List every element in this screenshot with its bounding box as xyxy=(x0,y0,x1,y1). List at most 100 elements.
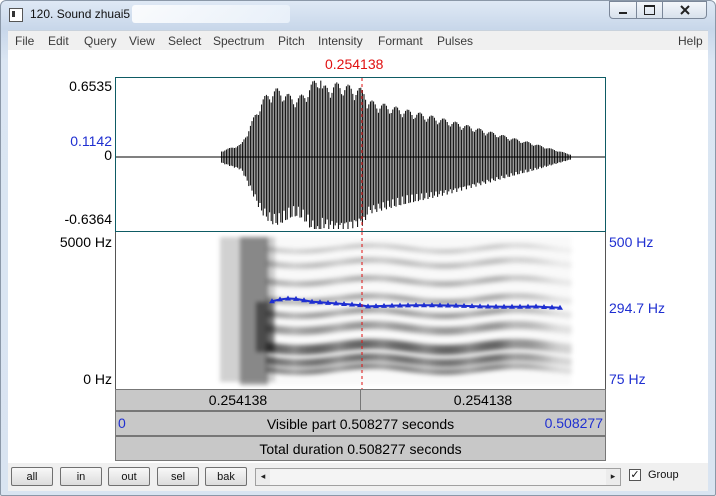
spectrogram-energy-patch xyxy=(452,237,454,385)
spectrogram-energy-patch xyxy=(497,237,499,385)
spectrogram-energy-patch xyxy=(395,237,397,385)
spectrogram-energy-patch xyxy=(350,237,352,385)
zoom-all-button[interactable]: all xyxy=(11,467,53,486)
praat-sound-window: 120. Sound zhuai5 File Edit Query View S… xyxy=(0,0,716,496)
spectrogram-energy-patch xyxy=(386,237,388,385)
horizontal-scrollbar[interactable]: ◂ ▸ xyxy=(255,468,621,486)
menu-select[interactable]: Select xyxy=(168,34,201,48)
spectrogram-energy-patch xyxy=(278,237,280,385)
spectrogram-energy-patch xyxy=(461,237,463,385)
spectrogram-energy-patch xyxy=(425,237,427,385)
spectrogram-energy-patch xyxy=(368,237,370,385)
waveform-max-label: 0.6535 xyxy=(69,78,112,94)
spectrogram-energy-patch xyxy=(311,237,313,385)
menu-edit[interactable]: Edit xyxy=(48,34,69,48)
spectrogram-energy-patch xyxy=(431,237,433,385)
spectrogram-energy-patch xyxy=(494,237,496,385)
spectrogram-energy-patch xyxy=(365,237,367,385)
pitch-bottom-label: 75 Hz xyxy=(609,371,646,387)
spectrogram-energy-patch xyxy=(530,237,532,385)
spectrogram-energy-patch xyxy=(563,237,565,385)
scroll-right-icon[interactable]: ▸ xyxy=(606,469,620,485)
spectrogram-energy-patch xyxy=(548,237,550,385)
spectrogram-energy-patch xyxy=(266,237,268,385)
spectrogram-energy-patch xyxy=(353,237,355,385)
spectrogram-energy-patch xyxy=(419,237,421,385)
spectrogram-energy-patch xyxy=(302,237,304,385)
waveform-svg xyxy=(116,78,605,231)
title-bar[interactable]: 120. Sound zhuai5 xyxy=(1,1,715,29)
menu-pulses[interactable]: Pulses xyxy=(437,34,473,48)
zoom-out-button[interactable]: out xyxy=(108,467,150,486)
spectrogram-energy-patch xyxy=(515,237,517,385)
spectrogram-energy-patch xyxy=(287,237,289,385)
minimize-button[interactable] xyxy=(609,1,637,19)
spectrogram-svg xyxy=(220,232,572,389)
group-checkbox[interactable]: ✓ xyxy=(629,469,641,481)
spectrogram-energy-patch xyxy=(347,237,349,385)
spectrogram-energy-patch xyxy=(317,237,319,385)
spectrogram-energy-patch xyxy=(281,237,283,385)
spectrogram-energy-patch xyxy=(314,237,316,385)
waveform-panel[interactable] xyxy=(115,77,606,232)
spectrogram-energy-patch xyxy=(371,237,373,385)
spectrogram-energy-patch xyxy=(440,237,442,385)
spectrogram-energy-patch xyxy=(437,237,439,385)
spectrogram-energy-patch xyxy=(455,237,457,385)
spectrogram-energy-patch xyxy=(524,237,526,385)
menu-spectrum[interactable]: Spectrum xyxy=(213,34,264,48)
spectrogram-top-frequency-label: 5000 Hz xyxy=(59,234,112,250)
total-duration-bar[interactable]: Total duration 0.508277 seconds xyxy=(115,436,606,461)
cursor-right-interval[interactable]: 0.254138 xyxy=(360,389,606,411)
spectrogram-energy-patch xyxy=(470,237,472,385)
menu-intensity[interactable]: Intensity xyxy=(318,34,363,48)
spectrogram-energy-patch xyxy=(344,237,346,385)
spectrogram-energy-patch xyxy=(326,237,328,385)
sound-editor-area[interactable]: 0.254138 0.6535 0.1142 0 -0.6364 5000 Hz… xyxy=(8,50,708,463)
spectrogram-energy-patch xyxy=(479,237,481,385)
menu-file[interactable]: File xyxy=(15,34,34,48)
menu-query[interactable]: Query xyxy=(84,34,117,48)
close-button[interactable] xyxy=(662,1,707,19)
waveform-min-label: -0.6364 xyxy=(64,211,112,227)
spectrogram-energy-patch xyxy=(458,237,460,385)
spectrogram-energy-patch xyxy=(272,237,274,385)
spectrogram-energy-patch xyxy=(275,237,277,385)
spectrogram-energy-patch xyxy=(557,237,559,385)
cursor-left-interval[interactable]: 0.254138 xyxy=(115,389,361,411)
waveform-zero-label: 0 xyxy=(104,147,112,163)
maximize-button[interactable] xyxy=(636,1,663,19)
menu-formant[interactable]: Formant xyxy=(378,34,423,48)
zoom-selection-button[interactable]: sel xyxy=(157,467,199,486)
spectrogram-energy-patch xyxy=(467,237,469,385)
spectrogram-energy-patch xyxy=(422,237,424,385)
scroll-left-icon[interactable]: ◂ xyxy=(256,469,270,485)
visible-part-bar[interactable]: 0 Visible part 0.508277 seconds 0.508277 xyxy=(115,411,606,436)
spectrogram-energy-patch xyxy=(545,237,547,385)
spectrogram-energy-patch xyxy=(404,237,406,385)
pitch-value-label: 294.7 Hz xyxy=(609,300,666,316)
zoom-in-button[interactable]: in xyxy=(60,467,102,486)
window-title: 120. Sound zhuai5 xyxy=(30,7,131,21)
spectrogram-panel[interactable] xyxy=(115,232,606,389)
spectrogram-energy-patch xyxy=(299,237,301,385)
visible-part-label: Visible part 0.508277 seconds xyxy=(266,415,455,432)
zoom-back-button[interactable]: bak xyxy=(205,467,247,486)
spectrogram-energy-patch xyxy=(488,237,490,385)
maximize-icon xyxy=(644,5,655,15)
spectrogram-energy-patch xyxy=(506,237,508,385)
spectrogram-energy-patch xyxy=(521,237,523,385)
spectrogram-energy-patch xyxy=(308,237,310,385)
spectrogram-energy-patch xyxy=(527,237,529,385)
spectrogram-energy-patch xyxy=(410,237,412,385)
menu-help[interactable]: Help xyxy=(678,34,703,48)
spectrogram-energy-patch xyxy=(569,237,571,385)
menu-pitch[interactable]: Pitch xyxy=(278,34,305,48)
spectrogram-energy-patch xyxy=(335,237,337,385)
waveform-trace xyxy=(221,80,571,229)
visible-start-label: 0 xyxy=(118,415,126,431)
spectrogram-energy-patch xyxy=(329,237,331,385)
menu-view[interactable]: View xyxy=(129,34,155,48)
spectrogram-energy-patch xyxy=(566,237,568,385)
spectrogram-energy-patch xyxy=(443,237,445,385)
